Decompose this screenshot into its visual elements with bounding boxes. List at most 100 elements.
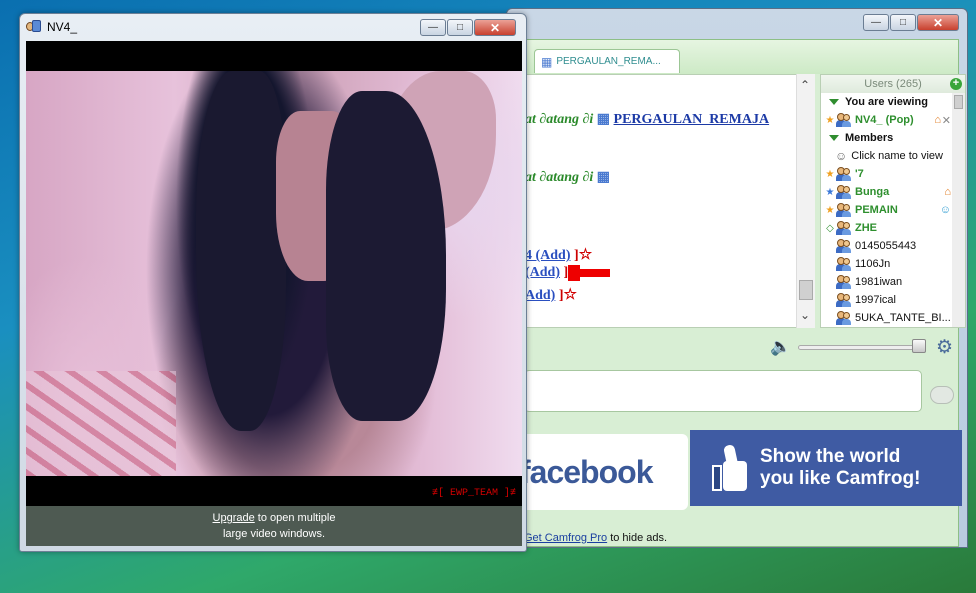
users-header: Users (265) + xyxy=(821,75,965,93)
avatar-icon xyxy=(836,311,852,325)
volume-slider[interactable] xyxy=(798,345,920,350)
upgrade-note: Upgrade to open multiple large video win… xyxy=(26,506,522,546)
user-row[interactable]: ★ NV4_ (Pop) ⌂ ✕ xyxy=(821,111,965,129)
user-name: 5UKA_TANTE_BI... xyxy=(855,312,951,324)
avatar-icon xyxy=(836,203,852,217)
thumbs-up-icon xyxy=(712,444,748,491)
user-row[interactable]: ★ '7 xyxy=(821,165,965,183)
scroll-thumb[interactable] xyxy=(799,280,813,300)
close-icon[interactable]: ✕ xyxy=(917,14,959,31)
user-row[interactable]: 1106Jn xyxy=(821,255,965,273)
star-icon: ☆ xyxy=(563,287,577,303)
close-icon[interactable]: ✕ xyxy=(474,19,516,36)
upgrade-suffix: to open multiple xyxy=(254,512,336,524)
user-name: ZHE xyxy=(855,222,877,234)
user-rank-icon: ★ xyxy=(825,186,835,198)
chat-panel: at ∂atang ∂i ▦ PERGAULAN_REMAJA at ∂atan… xyxy=(524,74,814,328)
upgrade-line2: large video windows. xyxy=(222,528,326,540)
video-window-controls: — □ ✕ xyxy=(420,19,516,36)
star-icon: ☆ xyxy=(578,247,593,263)
avatar-icon xyxy=(836,239,852,253)
add-user-icon[interactable]: + xyxy=(950,78,962,90)
user-row[interactable]: 0145055443 xyxy=(821,237,965,255)
volume-bar: 🔈 ⚙ xyxy=(516,334,958,360)
greeting-text: at ∂atang ∂i xyxy=(525,170,594,185)
chat-scrollbar[interactable]: ⌃ ⌄ xyxy=(796,74,815,328)
viewing-list: ★ NV4_ (Pop) ⌂ ✕ xyxy=(821,111,965,129)
tab-room-label: PERGAULAN_REMA... xyxy=(556,56,661,67)
volume-slider-thumb[interactable] xyxy=(912,339,926,353)
facebook-logo[interactable]: facebook xyxy=(516,434,688,510)
avatar-icon xyxy=(836,221,852,235)
webcam-video[interactable] xyxy=(26,71,522,476)
user-row[interactable]: ★ PEMAIN ☺ xyxy=(821,201,965,219)
get-pro-link[interactable]: Get Camfrog Pro xyxy=(524,532,607,544)
users-scrollbar[interactable] xyxy=(952,93,965,327)
scroll-thumb[interactable] xyxy=(954,95,963,109)
users-panel: Users (265) + You are viewing ★ NV4_ (Pop… xyxy=(820,74,966,328)
user-name: 1997ical xyxy=(855,294,896,306)
avatar-icon xyxy=(836,275,852,289)
red-decoration xyxy=(580,269,611,277)
room-link[interactable]: PERGAULAN_REMAJA xyxy=(614,112,770,127)
promo-text: Show the world you like Camfrog! xyxy=(760,446,920,490)
user-name: PEMAIN xyxy=(855,204,898,216)
room-icon: ▦ xyxy=(596,112,611,127)
video-titlebar[interactable]: NV4_ — □ ✕ xyxy=(20,14,526,40)
chat-line: (Add) ] xyxy=(525,265,611,281)
users-count: Users (265) xyxy=(864,78,922,90)
tab-bar: ▦ PERGAULAN_REMA... xyxy=(516,40,958,74)
chat-line: 4 (Add) ]☆ xyxy=(525,245,592,264)
message-input[interactable] xyxy=(524,370,922,412)
tab-room[interactable]: ▦ PERGAULAN_REMA... xyxy=(534,49,680,73)
add-link[interactable]: Add) xyxy=(525,288,555,303)
avatar-icon xyxy=(836,167,852,181)
user-row[interactable]: 1981iwan xyxy=(821,273,965,291)
add-link[interactable]: (Add) xyxy=(525,265,560,280)
scroll-down-icon[interactable]: ⌄ xyxy=(800,308,810,322)
add-link[interactable]: 4 (Add) xyxy=(525,248,571,263)
gear-icon[interactable]: ⚙ xyxy=(936,336,953,359)
section-you-are-viewing[interactable]: You are viewing xyxy=(821,93,965,111)
room-titlebar: — □ ✕ xyxy=(507,9,967,39)
red-decoration xyxy=(568,265,581,281)
greeting-text: at ∂atang ∂i xyxy=(525,112,594,127)
avatar-icon xyxy=(836,185,852,199)
section-label: You are viewing xyxy=(845,96,928,108)
minimize-icon[interactable]: — xyxy=(863,14,889,31)
video-overlay-tag: ≢[ EWP_TEAM ]≢ xyxy=(431,488,516,499)
avatar-icon xyxy=(836,293,852,307)
expand-icon xyxy=(829,135,839,141)
maximize-icon[interactable]: □ xyxy=(447,19,473,36)
user-row[interactable]: ★ Bunga ⌂ xyxy=(821,183,965,201)
minimize-icon[interactable]: — xyxy=(420,19,446,36)
user-rank-icon: ★ xyxy=(825,114,835,126)
user-row[interactable]: 1997ical xyxy=(821,291,965,309)
webcam-user-icon xyxy=(26,19,42,35)
room-frame: ▦ PERGAULAN_REMA... at ∂atang ∂i ▦ PERGA… xyxy=(515,39,966,547)
expand-icon xyxy=(829,99,839,105)
avatar-icon xyxy=(836,257,852,271)
user-row[interactable]: ◇ ZHE xyxy=(821,219,965,237)
room-icon: ▦ xyxy=(596,170,611,185)
ad-banner[interactable]: facebook Show the world you like Camfrog… xyxy=(516,420,962,520)
camfrog-promo[interactable]: Show the world you like Camfrog! xyxy=(690,430,962,506)
get-pro-suffix: to hide ads. xyxy=(607,532,668,544)
section-members[interactable]: Members xyxy=(821,129,965,147)
video-window-title: NV4_ xyxy=(47,20,78,34)
user-row[interactable]: 5UKA_TANTE_BI... xyxy=(821,309,965,327)
send-message-icon[interactable] xyxy=(930,386,954,404)
upgrade-link[interactable]: Upgrade xyxy=(213,512,255,524)
scroll-up-icon[interactable]: ⌃ xyxy=(800,78,810,92)
promo-line: Show the world xyxy=(760,446,901,467)
avatar-icon xyxy=(836,113,852,127)
click-hint: ☺ Click name to view xyxy=(821,147,965,165)
user-status-icon: ⌂ xyxy=(944,186,951,198)
chat-line: at ∂atang ∂i ▦ xyxy=(525,169,610,186)
promo-line: you like Camfrog! xyxy=(760,468,921,489)
speaker-icon[interactable]: 🔈 xyxy=(770,337,791,357)
avatar-group-icon: ☺ xyxy=(835,149,848,163)
user-name: 1106Jn xyxy=(855,258,891,270)
maximize-icon[interactable]: □ xyxy=(890,14,916,31)
close-icon[interactable]: ✕ xyxy=(942,114,951,127)
